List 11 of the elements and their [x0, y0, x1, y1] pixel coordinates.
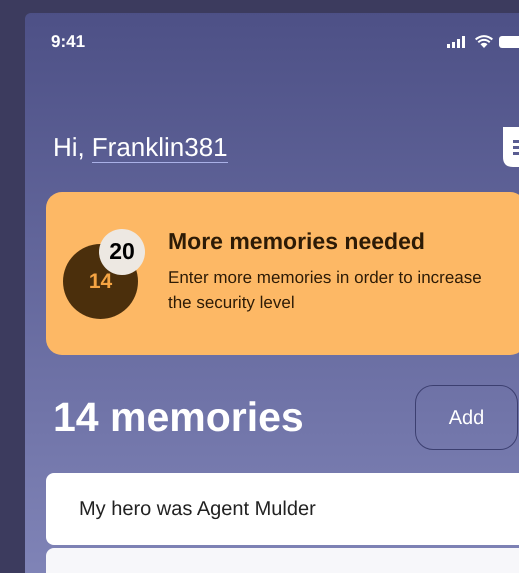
- memories-heading: 14 memories: [53, 392, 304, 442]
- greeting-text: Hi,: [53, 130, 85, 164]
- battery-icon: [499, 36, 519, 48]
- goal-badge: 20: [99, 228, 145, 274]
- alert-title: More memories needed: [168, 227, 426, 256]
- memory-card[interactable]: My hero was Agent Mulder: [46, 473, 519, 545]
- status-time: 9:41: [51, 30, 86, 53]
- alert-message: Enter more memories in order to increase the security level: [168, 266, 483, 314]
- add-button[interactable]: Add: [415, 385, 518, 450]
- wifi-icon: [475, 35, 493, 48]
- username-link[interactable]: Franklin381: [92, 132, 228, 162]
